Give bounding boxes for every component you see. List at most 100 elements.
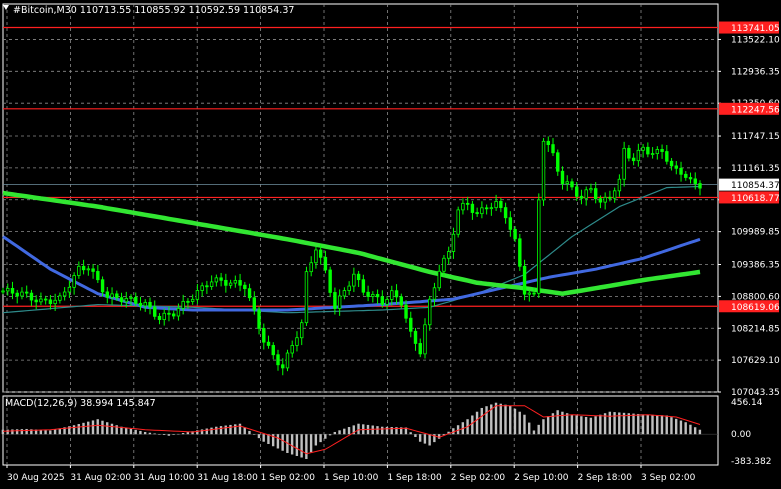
candle-body xyxy=(584,189,588,199)
candle-body xyxy=(257,309,261,329)
macd-bar xyxy=(276,434,280,449)
candle-body xyxy=(385,299,389,305)
macd-bar xyxy=(91,420,95,435)
symbol-header: #Bitcoin,M30 110713.55 110855.92 110592.… xyxy=(13,5,294,16)
time-tick-label: 2 Sep 18:00 xyxy=(578,473,633,483)
macd-bar xyxy=(309,434,313,453)
macd-bar xyxy=(641,414,645,435)
candle-body xyxy=(570,181,574,188)
candle-body xyxy=(551,144,555,154)
candle-body xyxy=(39,298,43,303)
candle-body xyxy=(43,298,48,301)
macd-bar xyxy=(162,434,166,435)
candle-body xyxy=(537,199,541,294)
candle-body xyxy=(650,153,655,155)
macd-bar xyxy=(528,422,531,435)
candle-body xyxy=(138,302,143,307)
candle-body xyxy=(465,202,470,205)
macd-bar xyxy=(262,434,265,442)
macd-bar xyxy=(584,416,588,435)
macd-bar xyxy=(523,414,526,435)
candle-body xyxy=(660,149,664,152)
candle-body xyxy=(77,265,81,276)
macd-bar xyxy=(485,406,488,435)
macd-bar xyxy=(504,404,507,435)
candle-body xyxy=(503,207,508,219)
macd-bar xyxy=(338,430,341,435)
macd-bar xyxy=(186,432,190,435)
candle-body xyxy=(53,299,57,305)
macd-bar xyxy=(494,402,498,435)
candle-body xyxy=(285,352,290,369)
candle-body xyxy=(266,341,271,346)
candle-body xyxy=(91,268,95,272)
macd-tick-label: 456.14 xyxy=(731,398,763,408)
macd-bar xyxy=(143,431,147,435)
candle-body xyxy=(404,304,408,319)
candle-body xyxy=(295,337,299,346)
macd-bar xyxy=(210,427,213,435)
macd-bar xyxy=(20,429,24,435)
candle-body xyxy=(603,196,607,203)
macd-bar xyxy=(381,426,384,435)
macd-bar xyxy=(290,434,294,455)
candle-body xyxy=(432,287,437,300)
candle-body xyxy=(29,292,34,301)
candle-body xyxy=(314,249,318,264)
candle-body xyxy=(157,315,162,320)
macd-bar xyxy=(537,424,540,435)
macd-bar xyxy=(646,414,649,435)
candle-body xyxy=(565,181,569,184)
macd-bar xyxy=(205,428,208,435)
macd-bar xyxy=(480,407,483,435)
macd-bar xyxy=(637,413,640,435)
candle-body xyxy=(442,257,446,272)
candle-body xyxy=(669,160,674,167)
candle-body xyxy=(67,286,72,293)
candle-body xyxy=(447,251,451,259)
candle-body xyxy=(518,238,522,267)
macd-bar xyxy=(428,434,431,446)
candle-body xyxy=(627,147,631,159)
macd-bar xyxy=(300,434,303,458)
macd-bar xyxy=(385,426,389,435)
candle-body xyxy=(598,198,603,203)
candle-body xyxy=(380,296,385,305)
candle-body xyxy=(181,300,185,309)
candle-body xyxy=(124,298,128,303)
candle-body xyxy=(541,140,546,201)
candle-body xyxy=(86,268,91,271)
candle-body xyxy=(276,354,280,366)
macd-bar xyxy=(15,429,19,435)
macd-bar xyxy=(106,422,109,435)
macd-bar xyxy=(158,434,161,435)
time-tick-label: 1 Sep 02:00 xyxy=(261,473,316,483)
macd-bar xyxy=(333,431,337,435)
candle-body xyxy=(679,167,683,175)
candle-body xyxy=(205,285,209,288)
macd-bar xyxy=(281,434,284,451)
candle-body xyxy=(480,207,484,215)
current-price-label: 110854.37 xyxy=(731,181,780,191)
candle-body xyxy=(461,202,465,211)
macd-bar xyxy=(234,424,237,435)
price-tick-label: 109989.85 xyxy=(731,228,780,238)
time-tick-label: 3 Sep 02:00 xyxy=(641,473,696,483)
time-tick-label: 1 Sep 18:00 xyxy=(387,473,442,483)
price-tick-label: 112936.35 xyxy=(731,67,780,77)
candle-body xyxy=(617,178,622,192)
macd-bar xyxy=(599,414,602,435)
candle-body xyxy=(190,298,195,302)
candle-body xyxy=(309,262,313,273)
macd-bar xyxy=(632,413,635,435)
candle-body xyxy=(105,291,110,298)
macd-bar xyxy=(252,434,256,435)
price-tick-label: 107629.10 xyxy=(731,356,780,366)
candle-body xyxy=(34,299,38,303)
candle-body xyxy=(10,288,15,294)
macd-bar xyxy=(295,434,299,456)
candle-body xyxy=(337,295,342,309)
macd-bar xyxy=(475,411,479,435)
macd-header: MACD(12,26,9) 38.994 145.847 xyxy=(5,398,156,409)
macd-bar xyxy=(594,416,597,435)
